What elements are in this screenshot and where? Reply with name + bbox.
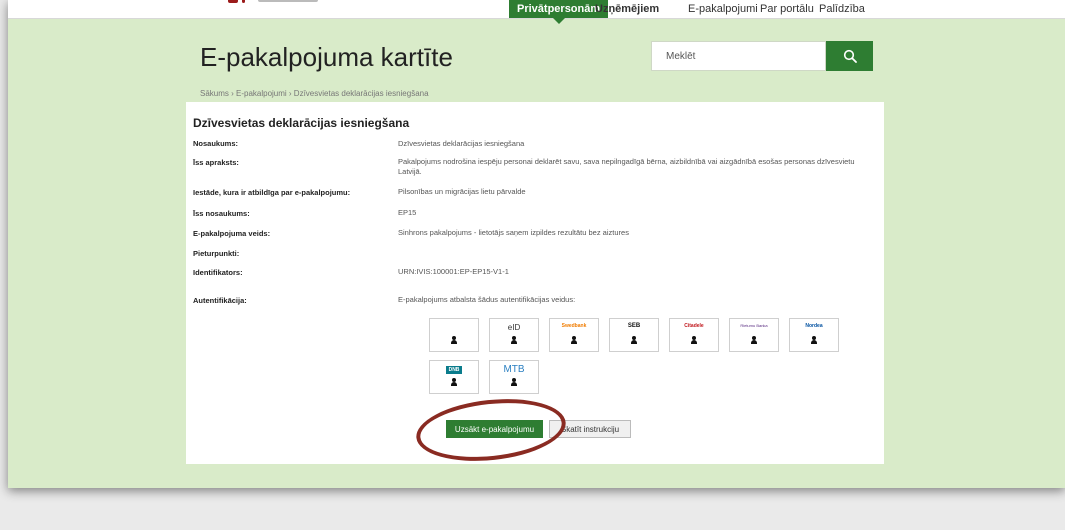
user-icon	[451, 336, 457, 344]
citadele-logo: Citadele	[684, 323, 704, 329]
label-authentication: Autentifikācija:	[193, 296, 247, 305]
value-authentication: E-pakalpojums atbalsta šādus autentifikā…	[398, 295, 576, 304]
auth-tile-eid[interactable]: eID	[489, 318, 539, 352]
label-checkpoints: Pieturpunkti:	[193, 249, 240, 258]
page-title: E-pakalpojuma kartīte	[200, 42, 453, 72]
nordea-logo: Nordea	[805, 323, 823, 329]
user-icon	[571, 336, 577, 344]
user-icon	[511, 336, 517, 344]
nav-e-services[interactable]: E-pakalpojumi	[688, 0, 758, 18]
top-navigation: Privātpersonām Uzņēmējiem E-pakalpojumi …	[8, 0, 1065, 24]
label-short-name: Īss nosaukums:	[193, 209, 250, 218]
user-icon	[751, 336, 757, 344]
mtb-logo: MTB	[503, 364, 525, 375]
value-institution: Pilsonības un migrācijas lietu pārvalde	[398, 187, 526, 196]
auth-tile-rietumu[interactable]: Rietumu Banka	[729, 318, 779, 352]
user-icon	[691, 336, 697, 344]
seb-logo: SEB	[627, 323, 641, 329]
auth-tile-seb[interactable]: SEB	[609, 318, 659, 352]
label-identifier: Identifikators:	[193, 268, 243, 277]
browser-window: Privātpersonām Uzņēmējiem E-pakalpojumi …	[8, 0, 1065, 488]
auth-tile-mtb[interactable]: MTB	[489, 360, 539, 394]
rietumu-logo: Rietumu Banka	[740, 323, 768, 328]
label-name: Nosaukums:	[193, 139, 239, 148]
value-short-name: EP15	[398, 208, 417, 217]
value-short-description: Pakalpojums nodrošina iespēju personai d…	[398, 157, 855, 176]
label-institution: Iestāde, kura ir atbildīga par e-pakalpo…	[193, 188, 351, 197]
label-service-type: E-pakalpojuma veids:	[193, 229, 271, 238]
label-short-description: Īss apraksts:	[193, 158, 239, 167]
swedbank-logo: Swedbank	[561, 323, 587, 329]
dnb-logo: DNB	[445, 366, 463, 374]
user-icon	[451, 378, 457, 386]
auth-tile-citadele[interactable]: Citadele	[669, 318, 719, 352]
value-identifier: URN:IVIS:100001:EP-EP15-V1-1	[398, 267, 509, 276]
eid-logo: eID	[507, 323, 521, 332]
breadcrumb[interactable]: Sākums › E-pakalpojumi › Dzīvesvietas de…	[200, 89, 429, 98]
service-title: Dzīvesvietas deklarācijas iesniegšana	[193, 116, 410, 130]
auth-tile-eparaksts[interactable]	[429, 318, 479, 352]
user-icon	[511, 378, 517, 386]
nav-help[interactable]: Palīdzība	[819, 0, 865, 18]
auth-tile-nordea[interactable]: Nordea	[789, 318, 839, 352]
user-icon	[631, 336, 637, 344]
nav-about-portal[interactable]: Par portālu	[760, 0, 814, 18]
value-service-type: Sinhrons pakalpojums - lietotājs saņem i…	[398, 228, 629, 237]
search-button[interactable]	[826, 41, 873, 71]
nav-private-persons[interactable]: Privātpersonām	[509, 0, 609, 24]
user-icon	[811, 336, 817, 344]
site-logo[interactable]	[228, 0, 348, 4]
search-icon	[843, 49, 857, 63]
auth-tile-swedbank[interactable]: Swedbank	[549, 318, 599, 352]
value-name: Dzīvesvietas deklarācijas iesniegšana	[398, 139, 525, 148]
search-input[interactable]: Meklēt	[651, 41, 826, 71]
auth-tile-dnb[interactable]: DNB	[429, 360, 479, 394]
nav-businesses[interactable]: Uzņēmējiem	[595, 0, 659, 18]
